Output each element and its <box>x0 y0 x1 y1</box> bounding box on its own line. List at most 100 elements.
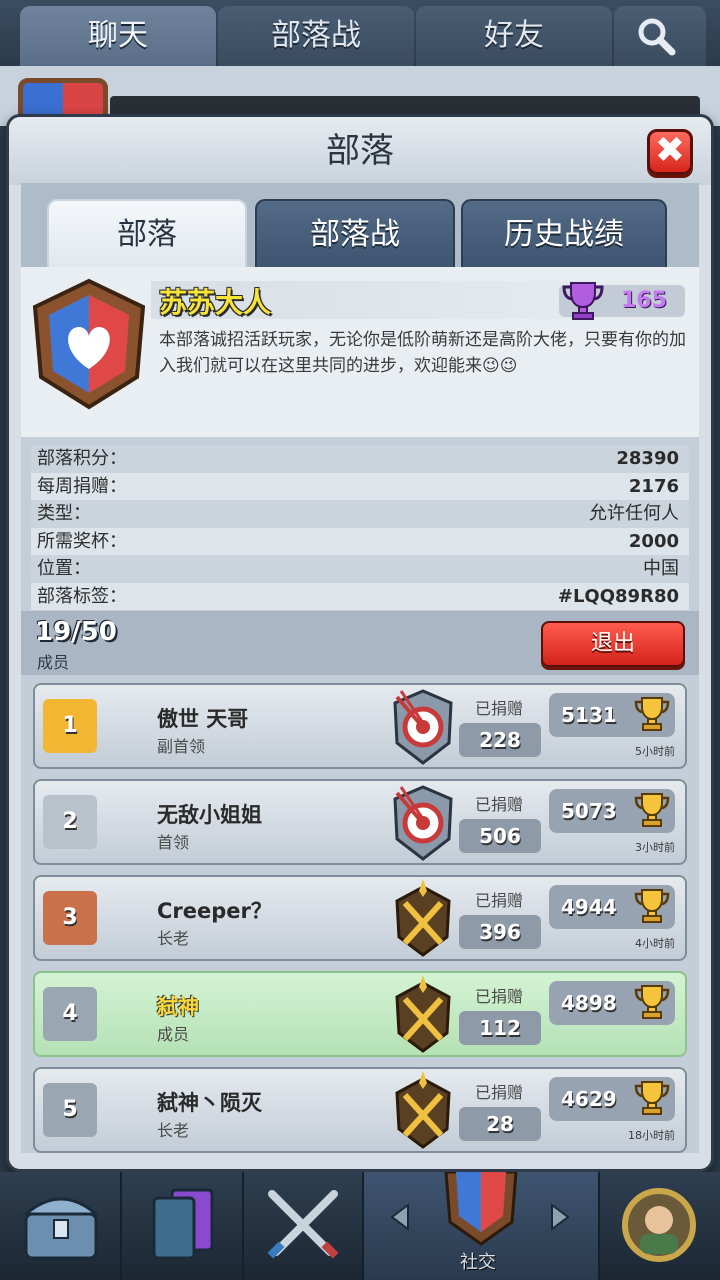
member-name: 傲世 天哥 <box>157 707 249 731</box>
clan-trophy-count: 165 <box>621 288 667 313</box>
stat-value: 2000 <box>628 530 679 552</box>
tab-clan-war[interactable]: 部落战 <box>218 6 414 66</box>
member-role: 长老 <box>157 1121 190 1140</box>
clan-shield-icon <box>444 1172 518 1246</box>
member-name: 弑神 <box>157 995 199 1019</box>
subtab-clan[interactable]: 部落 <box>47 199 247 267</box>
stat-type: 类型： 允许任何人 <box>31 500 689 528</box>
stat-value: 中国 <box>643 558 679 579</box>
member-row[interactable]: 3 Creeper？ 长老 已捐赠 396 4944 4小时前 <box>33 875 687 961</box>
crossed-swords-icon <box>267 1190 339 1259</box>
clan-description: 本部落诚招活跃玩家，无论你是低阶萌新还是高阶大佬，只要有你的加入我们就可以在这里… <box>159 330 686 376</box>
nav-shop[interactable] <box>0 1172 122 1280</box>
member-last-seen: 5小时前 <box>635 745 675 758</box>
gold-trophy-icon <box>634 697 670 731</box>
crossed-swords-league-icon <box>395 879 451 957</box>
member-last-seen: 3小时前 <box>635 841 675 854</box>
donated-label: 已捐赠 <box>475 699 524 718</box>
stat-weekly-donations: 每周捐赠： 2176 <box>31 472 689 500</box>
donated-count: 228 <box>459 723 541 757</box>
modal-title: 部落 <box>9 117 711 185</box>
clan-subtabs: 部落 部落战 历史战绩 <box>21 183 699 267</box>
stat-label: 部落积分： <box>37 448 127 469</box>
member-rank: 1 <box>43 699 97 753</box>
nav-battle[interactable] <box>244 1172 364 1280</box>
member-name: 弑神丶陨灭 <box>157 1091 262 1115</box>
stat-clan-tag: 部落标签： #LQQ89R80 <box>31 582 689 610</box>
close-button[interactable]: ✖ <box>647 129 693 175</box>
stat-value: 2176 <box>628 475 679 497</box>
bottom-nav: 社交 <box>0 1172 720 1280</box>
member-row[interactable]: 2 无敌小姐姐 首领 已捐赠 506 5073 3小时前 <box>33 779 687 865</box>
donated-label: 已捐赠 <box>475 1083 524 1102</box>
right-arrow-icon <box>551 1203 570 1231</box>
donated-label: 已捐赠 <box>475 987 524 1006</box>
tab-chat[interactable]: 聊天 <box>20 6 216 66</box>
crossed-swords-league-icon <box>395 975 451 1053</box>
subtab-clan-war[interactable]: 部落战 <box>255 199 455 267</box>
member-rank: 4 <box>43 987 97 1041</box>
member-name: 无敌小姐姐 <box>157 803 262 827</box>
gold-trophy-icon <box>634 889 670 923</box>
left-arrow-icon <box>390 1203 409 1231</box>
stat-value: 允许任何人 <box>589 503 679 524</box>
target-league-icon <box>393 785 453 861</box>
clan-info: 苏苏大人 165 本部落诚招活跃玩家，无论你是低阶萌新还是高阶大佬，只要有你的加… <box>21 267 699 437</box>
member-row[interactable]: 1 傲世 天哥 副首领 已捐赠 228 5131 5小时前 <box>33 683 687 769</box>
stat-location: 位置： 中国 <box>31 555 689 583</box>
members-header: 19/50 成员 退出 <box>21 611 699 675</box>
search-button[interactable] <box>614 6 706 66</box>
member-row[interactable]: 4 弑神 成员 已捐赠 112 4898 <box>33 971 687 1057</box>
stat-label: 类型： <box>37 503 91 524</box>
clan-content: 部落 部落战 历史战绩 苏苏大人 165 本部落诚招活跃玩家，无论你是低阶萌新还… <box>21 183 699 1153</box>
crossed-swords-league-icon <box>395 1071 451 1149</box>
member-count: 19/50 <box>35 617 117 647</box>
stat-label: 每周捐赠： <box>37 475 127 497</box>
clan-modal: 部落 ✖ 部落 部落战 历史战绩 苏苏大人 165 本部落诚招活跃玩家，无论你是… <box>6 114 714 1172</box>
cards-icon <box>152 1188 214 1260</box>
donated-count: 506 <box>459 819 541 853</box>
donated-count: 396 <box>459 915 541 949</box>
member-rank: 5 <box>43 1083 97 1137</box>
member-row[interactable]: 5 弑神丶陨灭 长老 已捐赠 28 4629 18小时前 <box>33 1067 687 1153</box>
purple-trophy-icon <box>562 282 604 320</box>
stat-value: 28390 <box>616 448 679 469</box>
stat-clan-score: 部落积分： 28390 <box>31 445 689 473</box>
member-last-seen: 4小时前 <box>635 937 675 950</box>
donated-count: 28 <box>459 1107 541 1141</box>
leave-clan-button[interactable]: 退出 <box>541 621 685 667</box>
laurel-avatar-icon <box>622 1188 696 1262</box>
stat-required-trophies: 所需奖杯： 2000 <box>31 527 689 555</box>
stat-value: #LQQ89R80 <box>557 585 679 607</box>
member-last-seen: 18小时前 <box>628 1129 675 1142</box>
nav-events[interactable] <box>600 1172 720 1280</box>
clan-name: 苏苏大人 <box>159 286 272 319</box>
nav-social-label: 社交 <box>460 1252 496 1273</box>
stat-label: 部落标签： <box>37 585 127 607</box>
member-role: 副首领 <box>157 737 206 756</box>
clan-stats: 部落积分： 28390 每周捐赠： 2176 类型： 允许任何人 所需奖杯： 2000 … <box>31 445 689 610</box>
gold-trophy-icon <box>634 1081 670 1115</box>
search-icon <box>638 18 676 56</box>
tab-friends[interactable]: 好友 <box>416 6 612 66</box>
donated-label: 已捐赠 <box>475 795 524 814</box>
nav-cards[interactable] <box>122 1172 244 1280</box>
member-label: 成员 <box>37 653 70 672</box>
donated-label: 已捐赠 <box>475 891 524 910</box>
gold-trophy-icon <box>634 793 670 827</box>
subtab-war-history[interactable]: 历史战绩 <box>461 199 667 267</box>
top-tab-bar: 聊天 部落战 好友 <box>0 0 720 66</box>
treasure-chest-icon <box>21 1197 101 1260</box>
member-name: Creeper？ <box>157 899 272 923</box>
target-league-icon <box>393 689 453 765</box>
member-rank: 3 <box>43 891 97 945</box>
member-role: 首领 <box>157 833 190 852</box>
donated-count: 112 <box>459 1011 541 1045</box>
close-icon: ✖ <box>654 130 686 171</box>
stat-label: 位置： <box>37 558 91 579</box>
member-role: 成员 <box>157 1025 190 1044</box>
member-role: 长老 <box>157 929 190 948</box>
clan-badge-heart-icon <box>32 278 146 410</box>
gold-trophy-icon <box>634 985 670 1019</box>
member-rank: 2 <box>43 795 97 849</box>
